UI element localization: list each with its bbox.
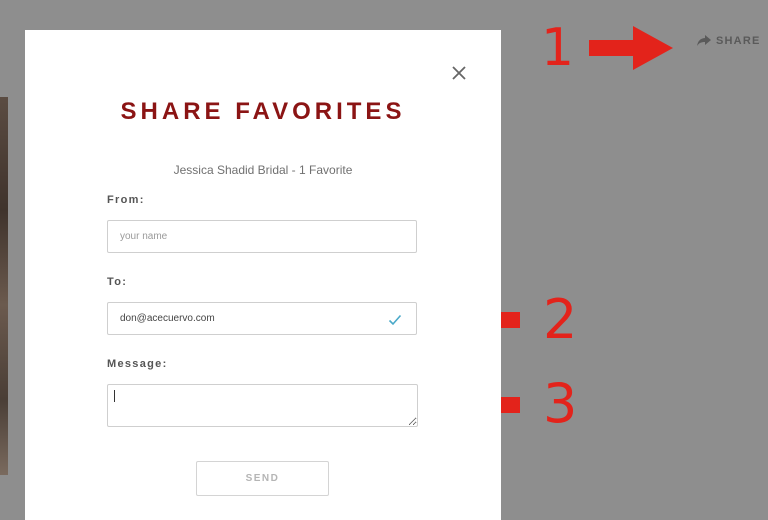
share-arrow-icon	[697, 35, 711, 46]
annotation-number-2: 2	[543, 288, 578, 351]
to-field[interactable]	[107, 302, 417, 335]
share-label: SHARE	[716, 35, 761, 47]
annotation-arrow-1	[589, 26, 673, 70]
from-field[interactable]	[107, 220, 417, 253]
annotation-number-3: 3	[543, 372, 578, 435]
modal-subtitle: Jessica Shadid Bridal - 1 Favorite	[173, 163, 353, 177]
modal-title: SHARE FAVORITES	[120, 98, 406, 125]
share-favorites-modal: SHARE FAVORITES Jessica Shadid Bridal - …	[25, 30, 501, 520]
from-label: From:	[107, 194, 145, 206]
message-textarea[interactable]	[107, 384, 418, 427]
share-link[interactable]: SHARE	[697, 33, 761, 49]
send-button[interactable]: SEND	[196, 461, 329, 496]
checkmark-icon	[388, 314, 402, 326]
annotation-number-1: 1	[541, 18, 575, 78]
text-caret	[114, 390, 115, 402]
close-icon[interactable]	[450, 64, 468, 82]
background-photo-strip	[0, 97, 8, 475]
to-label: To:	[107, 276, 128, 288]
message-label: Message:	[107, 358, 168, 370]
